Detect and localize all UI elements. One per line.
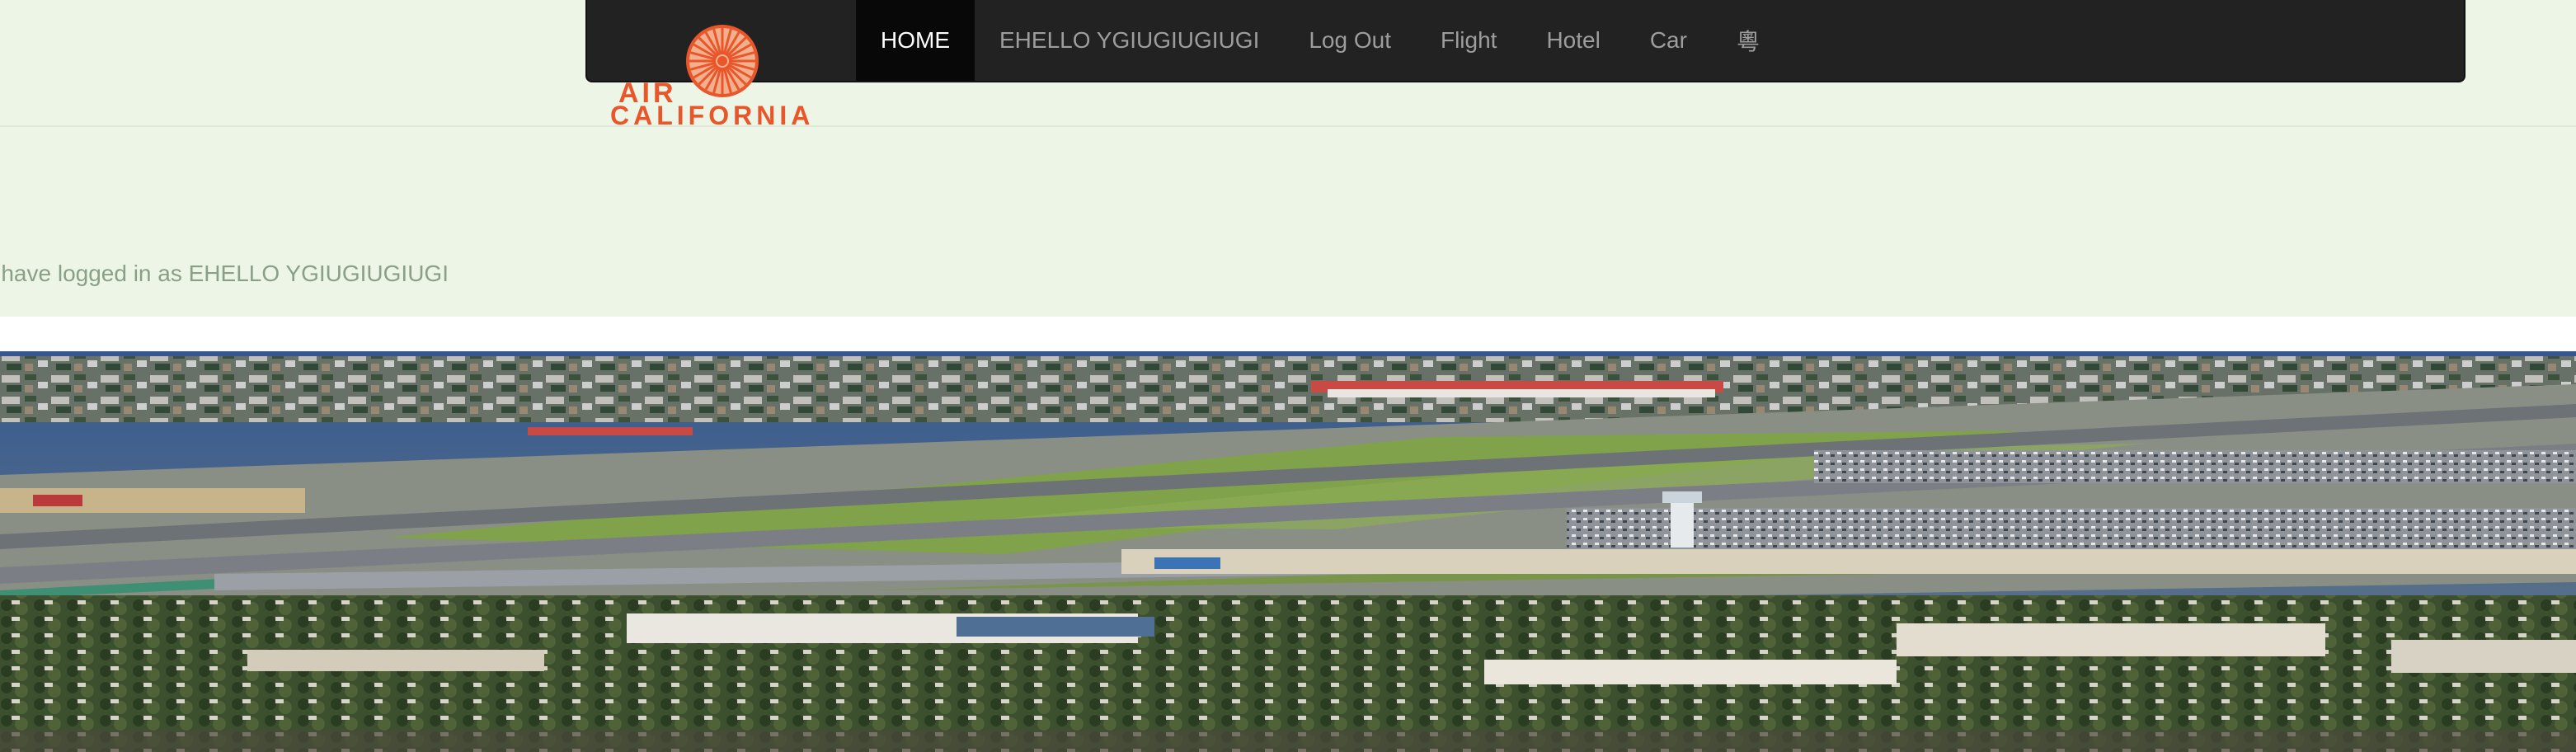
sunburst-logo-icon — [686, 25, 759, 97]
aerial-airport-photo — [0, 351, 2576, 752]
nav-language[interactable]: 粵 — [1712, 0, 1784, 81]
nav-log-out[interactable]: Log Out — [1284, 0, 1416, 81]
brand-logo[interactable]: AIR CALIFORNIA — [607, 20, 838, 130]
nav-hotel[interactable]: Hotel — [1521, 0, 1624, 81]
login-status-message: u have logged in as EHELLO YGIUGIUGIUGI — [0, 261, 449, 286]
nav-car[interactable]: Car — [1625, 0, 1712, 81]
navbar: HOME EHELLO YGIUGIUGIUGI Log Out Flight … — [585, 0, 2466, 82]
page: HOME EHELLO YGIUGIUGIUGI Log Out Flight … — [0, 0, 2576, 752]
nav-menu: HOME EHELLO YGIUGIUGIUGI Log Out Flight … — [856, 0, 1784, 81]
nav-flight[interactable]: Flight — [1416, 0, 1521, 81]
nav-user-name[interactable]: EHELLO YGIUGIUGIUGI — [975, 0, 1284, 81]
nav-home[interactable]: HOME — [856, 0, 975, 81]
welcome-banner — [0, 127, 2576, 317]
